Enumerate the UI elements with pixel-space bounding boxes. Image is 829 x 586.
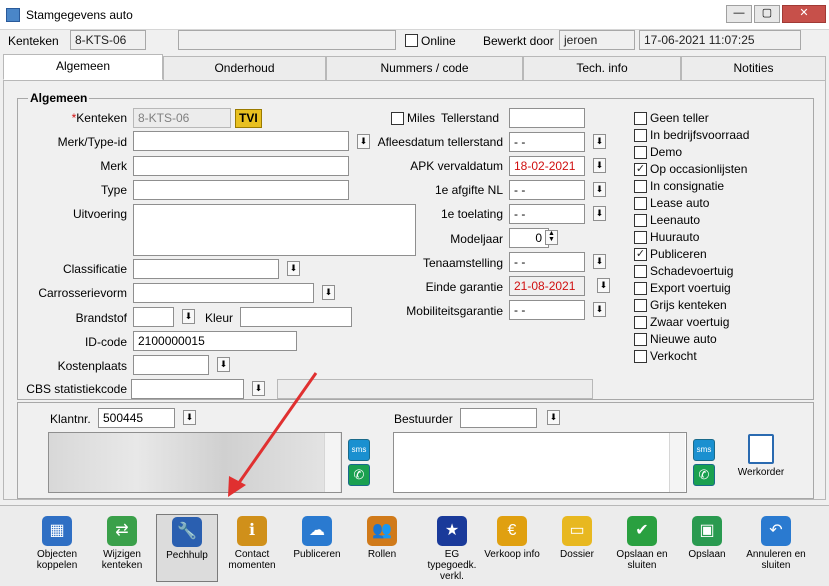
- annotation-arrow-icon: [228, 372, 318, 497]
